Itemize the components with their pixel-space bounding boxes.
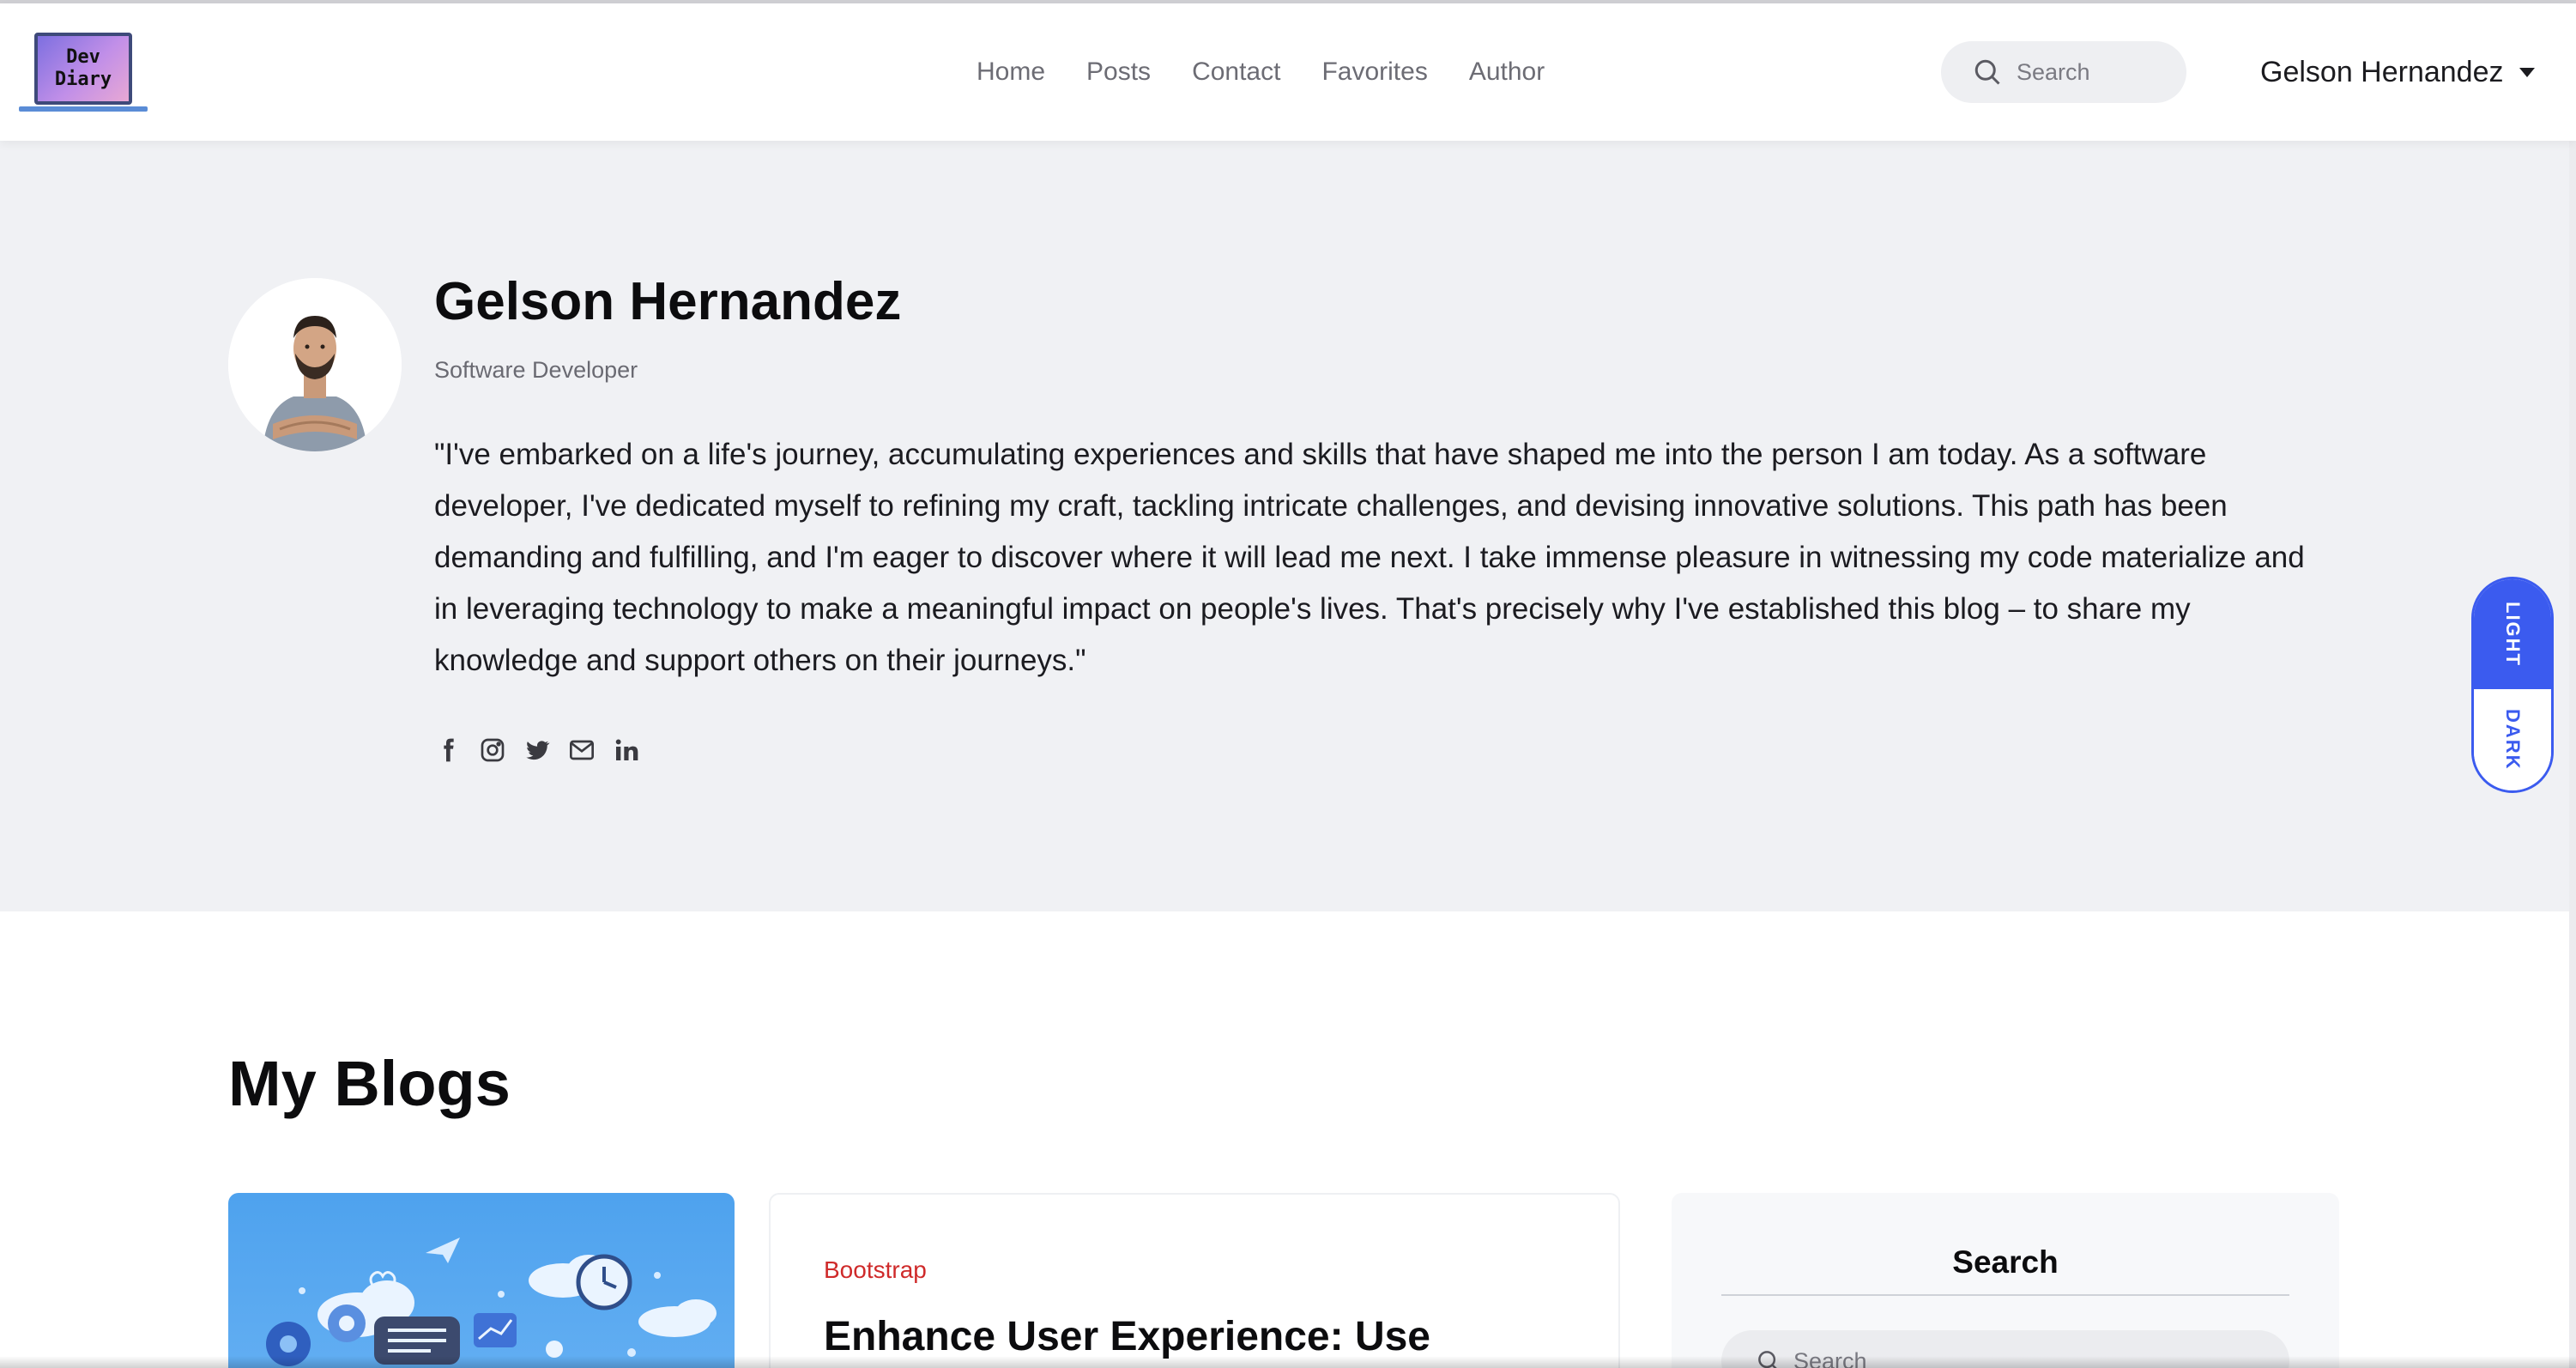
- nav-link-posts[interactable]: Posts: [1086, 58, 1151, 87]
- author-avatar: [228, 278, 402, 451]
- author-photo: [228, 278, 402, 451]
- logo-text-line1: Dev: [66, 46, 100, 68]
- logo-text-line2: Diary: [54, 69, 112, 90]
- navbar: Dev Diary Home Posts Contact Favorites A…: [0, 3, 2576, 141]
- nav-link-contact[interactable]: Contact: [1192, 58, 1280, 87]
- nav-link-home[interactable]: Home: [977, 58, 1045, 87]
- window-bottom-shadow: [0, 1356, 2576, 1368]
- user-menu-name: Gelson Hernandez: [2260, 55, 2504, 88]
- facebook-icon[interactable]: [434, 736, 462, 764]
- blog-illustration: [266, 1238, 717, 1366]
- caret-down-icon: [2519, 67, 2535, 77]
- my-blogs-heading: My Blogs: [228, 1048, 511, 1119]
- logo-screen: Dev Diary: [34, 33, 132, 105]
- linkedin-icon[interactable]: [613, 736, 640, 764]
- nav-search-input[interactable]: [2017, 58, 2180, 86]
- social-links: [434, 736, 640, 764]
- window-right-edge: [2569, 141, 2576, 1368]
- theme-dark-label: DARK: [2502, 709, 2524, 771]
- blog-card-tag[interactable]: Bootstrap: [824, 1256, 927, 1284]
- author-hero: Gelson Hernandez Software Developer "I'v…: [0, 141, 2576, 911]
- author-bio: "I've embarked on a life's journey, accu…: [434, 438, 2305, 677]
- sidebar-divider: [1721, 1294, 2289, 1296]
- theme-light-label: LIGHT: [2502, 602, 2524, 667]
- theme-toggle: LIGHT DARK: [2471, 577, 2554, 793]
- blog-card-title[interactable]: Enhance User Experience: Use: [824, 1313, 1430, 1360]
- blog-card: Bootstrap Enhance User Experience: Use: [769, 1193, 1620, 1368]
- theme-light-button[interactable]: LIGHT: [2474, 579, 2551, 689]
- site-logo[interactable]: Dev Diary: [19, 33, 148, 115]
- author-role: Software Developer: [434, 357, 638, 383]
- email-icon[interactable]: [568, 736, 596, 764]
- author-name: Gelson Hernandez: [434, 272, 902, 331]
- user-menu-dropdown[interactable]: Gelson Hernandez: [2260, 3, 2535, 141]
- search-icon: [1974, 59, 2000, 85]
- sidebar-search-widget: Search: [1672, 1193, 2339, 1368]
- nav-link-author[interactable]: Author: [1469, 58, 1545, 87]
- theme-dark-button[interactable]: DARK: [2474, 689, 2551, 790]
- nav-search-box[interactable]: [1941, 41, 2186, 103]
- sidebar-search-title: Search: [1952, 1244, 2059, 1280]
- main-nav: Home Posts Contact Favorites Author: [977, 3, 1545, 141]
- twitter-icon[interactable]: [523, 736, 551, 764]
- blog-card-image[interactable]: [228, 1193, 735, 1368]
- instagram-icon[interactable]: [479, 736, 506, 764]
- nav-link-favorites[interactable]: Favorites: [1321, 58, 1427, 87]
- logo-laptop-base: [19, 106, 148, 112]
